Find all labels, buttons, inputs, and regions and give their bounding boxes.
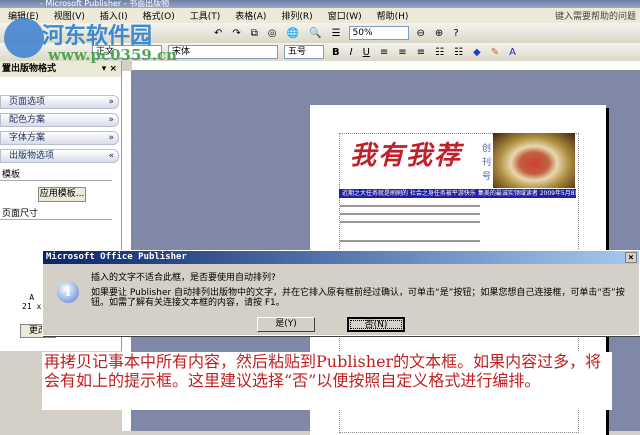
fill-color-icon[interactable]: ◆ — [471, 47, 483, 58]
bold-button[interactable]: B — [330, 47, 342, 58]
size-select[interactable]: 五号 — [284, 45, 324, 59]
autoflow-dialog: Microsoft Office Publisher × i 插入的文字不适合此框… — [42, 250, 640, 336]
horizontal-ruler[interactable] — [132, 61, 640, 71]
section-font-schemes[interactable]: 字体方案» — [0, 131, 119, 145]
no-button[interactable]: 否(N) — [347, 317, 405, 332]
yes-button[interactable]: 是(Y) — [257, 317, 315, 332]
watermark-logo: 河东软件园 www.pc0359.cn — [0, 14, 200, 64]
numbering-icon[interactable]: ☷ — [433, 47, 446, 58]
body-text-line — [340, 240, 480, 242]
menu-help[interactable]: 帮助(H) — [377, 9, 409, 22]
apply-template-button[interactable]: 应用模板... — [38, 187, 86, 202]
banner-text[interactable]: 近期之大任务就是刷刷的 社会之身任务被平游快乐 集美的最诚实领域读者 2009年… — [339, 189, 576, 198]
title-bar: - Microsoft Publisher - 书面出版物 — [0, 0, 640, 8]
body-text-line — [340, 205, 480, 207]
chevron-up-icon: « — [108, 151, 114, 161]
dialog-question: 插入的文字不适合此框，是否要使用自动排列? — [91, 273, 276, 283]
zoom-select[interactable]: 50% — [348, 26, 409, 40]
help-icon[interactable]: ? — [451, 28, 460, 39]
underline-button[interactable]: U — [361, 47, 372, 58]
align-left-icon[interactable]: ≡ — [378, 47, 390, 58]
cake-image[interactable] — [493, 133, 575, 188]
body-text-line — [340, 221, 480, 223]
template-label: 模板 — [0, 167, 112, 181]
columns-icon[interactable]: ☰ — [330, 28, 343, 39]
watermark-logo-icon — [4, 18, 44, 58]
section-color-schemes[interactable]: 配色方案» — [0, 113, 119, 127]
zoom-in-icon[interactable]: ⊕ — [433, 28, 445, 39]
help-search-input[interactable]: 键入需要帮助的问题 — [555, 9, 636, 22]
masthead-title[interactable]: 我有我荐 — [350, 135, 462, 172]
menu-window[interactable]: 窗口(W) — [328, 9, 362, 22]
font-color-icon[interactable]: A — [507, 47, 518, 58]
dialog-title-bar[interactable]: Microsoft Office Publisher × — [43, 251, 639, 264]
chevron-down-icon: » — [108, 97, 114, 107]
refresh-icon[interactable]: ◎ — [266, 28, 279, 39]
undo-icon[interactable]: ↶ — [212, 28, 224, 39]
bullets-icon[interactable]: ☷ — [452, 47, 465, 58]
dialog-message: 如果要让 Publisher 自动排列出版物中的文字，并在它排入原有框前经过确认… — [91, 288, 625, 308]
info-icon: i — [57, 281, 79, 303]
menu-arrange[interactable]: 排列(R) — [281, 9, 312, 22]
zoom-out-icon[interactable]: ⊖ — [415, 28, 427, 39]
print-preview-icon[interactable]: 🔍 — [307, 28, 323, 39]
issue-label[interactable]: 创刊号 — [482, 142, 492, 184]
line-color-icon[interactable]: ✎ — [489, 47, 501, 58]
copy-icon[interactable]: ⧉ — [249, 28, 260, 39]
close-icon[interactable]: × — [625, 252, 637, 263]
body-text-line — [340, 213, 480, 215]
align-center-icon[interactable]: ≡ — [396, 47, 408, 58]
watermark-url: www.pc0359.cn — [48, 46, 178, 64]
page-size-label: 页面尺寸 — [0, 206, 112, 220]
section-publication-options[interactable]: 出版物选项 « — [0, 149, 119, 163]
page-size-text: A 21 x — [22, 293, 42, 311]
align-right-icon[interactable]: ≡ — [415, 47, 427, 58]
web-icon[interactable]: 🌐 — [285, 28, 301, 39]
italic-button[interactable]: I — [348, 47, 355, 58]
section-page-options[interactable]: 页面选项» — [0, 95, 119, 109]
chevron-down-icon: » — [108, 133, 114, 143]
redo-icon[interactable]: ↷ — [230, 28, 242, 39]
annotation-text: 再拷贝记事本中所有内容，然后粘贴到Publisher的文本框。如果内容过多，将会… — [42, 352, 612, 410]
menu-table[interactable]: 表格(A) — [235, 9, 266, 22]
chevron-down-icon: » — [108, 115, 114, 125]
